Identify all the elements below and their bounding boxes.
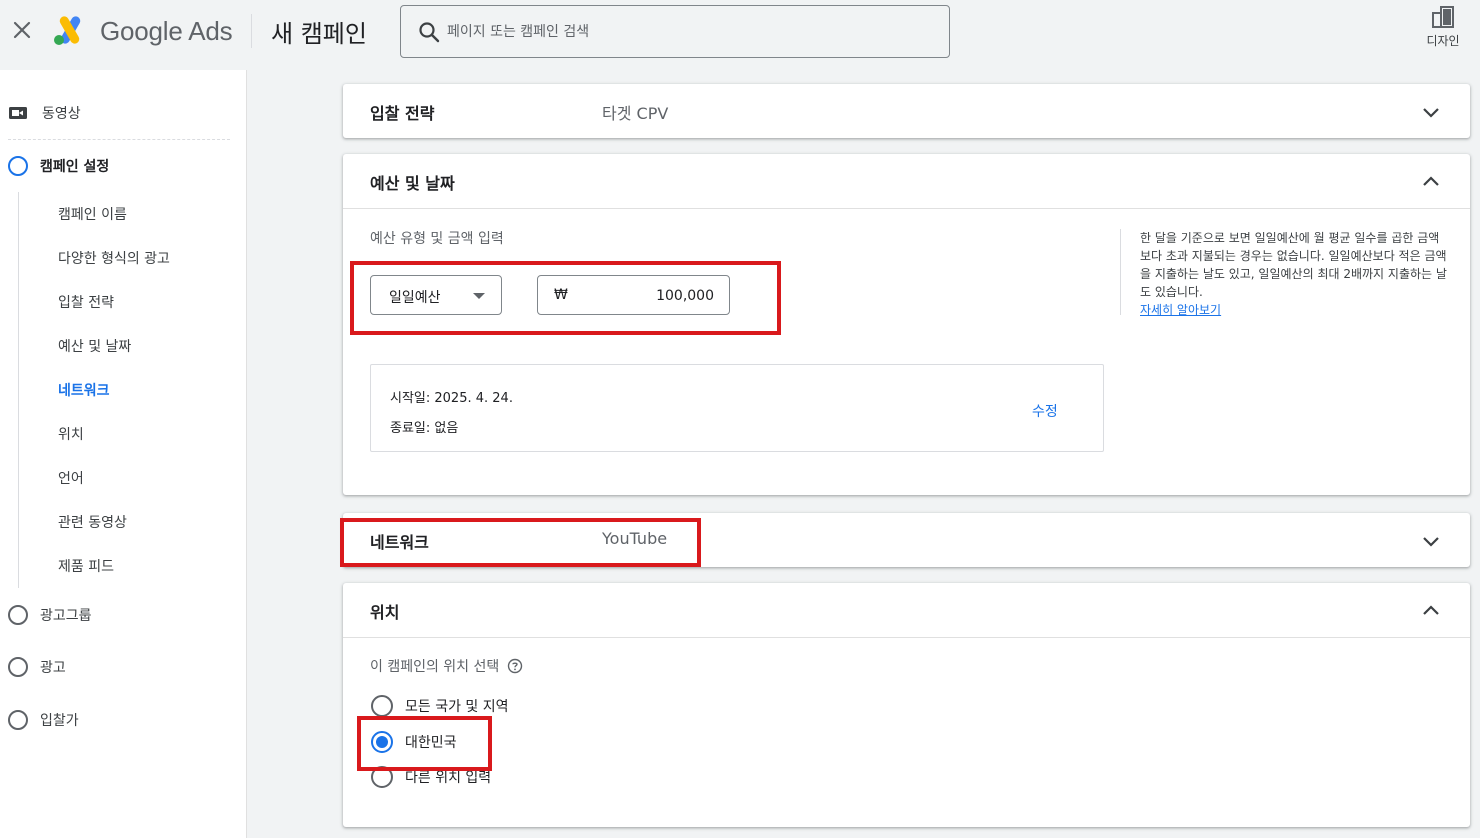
- card-summary: YouTube: [602, 529, 668, 548]
- sidebar-item-budget-dates[interactable]: 예산 및 날짜: [58, 336, 131, 356]
- budget-amount-field[interactable]: ₩: [537, 275, 730, 315]
- dropdown-arrow-icon: [473, 293, 485, 299]
- learn-more-link[interactable]: 자세히 알아보기: [1140, 303, 1221, 317]
- step-ad[interactable]: 광고: [8, 652, 66, 682]
- sidebar-divider: [8, 139, 230, 140]
- step-ad-group[interactable]: 광고그룹: [8, 600, 92, 630]
- step-campaign-settings[interactable]: 캠페인 설정: [8, 151, 109, 181]
- step-bidding[interactable]: 입찰가: [8, 705, 79, 735]
- sidebar-item-languages[interactable]: 언어: [58, 468, 84, 488]
- search-input[interactable]: [447, 18, 927, 46]
- currency-symbol: ₩: [554, 287, 568, 303]
- start-date: 시작일: 2025. 4. 24.: [390, 391, 513, 406]
- bidding-strategy-card: 입찰 전략 타겟 CPV: [343, 84, 1470, 138]
- google-ads-logo-icon: [54, 16, 81, 45]
- budget-type-value: 일일예산: [389, 290, 441, 306]
- sidebar-item-multi-format-ads[interactable]: 다양한 형식의 광고: [58, 248, 170, 268]
- card-divider: [343, 637, 1470, 638]
- card-title: 위치: [370, 603, 400, 622]
- header-divider: [251, 14, 252, 48]
- card-title: 네트워크: [370, 533, 429, 552]
- search-icon: [419, 22, 440, 43]
- location-label: 이 캠페인의 위치 선택: [370, 656, 523, 676]
- design-button[interactable]: 디자인: [1420, 4, 1466, 54]
- location-option-other[interactable]: 다른 위치 입력: [371, 764, 491, 790]
- sidebar: 동영상 캠페인 설정 캠페인 이름 다양한 형식의 광고 입찰 전략 예산 및 …: [0, 70, 247, 838]
- radio-button-selected[interactable]: [371, 731, 393, 753]
- budget-info-text: 한 달을 기준으로 보면 일일예산에 월 평균 일수를 곱한 금액보다 초과 지…: [1140, 231, 1447, 299]
- radio-label: 대한민국: [405, 735, 457, 751]
- sidebar-item-product-feed[interactable]: 제품 피드: [58, 556, 114, 576]
- sidebar-item-related-videos[interactable]: 관련 동영상: [58, 512, 127, 532]
- radio-label: 모든 국가 및 지역: [405, 699, 509, 715]
- budget-label: 예산 유형 및 금액 입력: [370, 231, 504, 247]
- radio-button[interactable]: [371, 766, 393, 788]
- brand-name: Google Ads: [100, 16, 233, 46]
- budget-dates-header[interactable]: 예산 및 날짜: [343, 154, 1470, 208]
- location-option-all[interactable]: 모든 국가 및 지역: [371, 693, 509, 719]
- substep-line: [18, 192, 19, 588]
- locations-header[interactable]: 위치: [343, 583, 1470, 637]
- networks-header[interactable]: 네트워크 YouTube: [343, 513, 1470, 567]
- page-title: 새 캠페인: [271, 20, 367, 48]
- sidebar-item-networks[interactable]: 네트워크: [58, 380, 110, 400]
- sidebar-item-locations[interactable]: 위치: [58, 424, 84, 444]
- sidebar-item-video[interactable]: 동영상: [8, 98, 81, 128]
- design-label: 디자인: [1426, 34, 1460, 48]
- step-circle-icon: [8, 657, 28, 677]
- step-label: 캠페인 설정: [40, 159, 110, 175]
- card-title: 입찰 전략: [370, 104, 435, 123]
- chevron-up-icon[interactable]: [1420, 600, 1442, 622]
- step-label: 광고: [40, 660, 66, 676]
- budget-dates-card: 예산 및 날짜 예산 유형 및 금액 입력 일일예산 ₩ 한 달을 기준으로 보…: [343, 154, 1470, 495]
- budget-info: 한 달을 기준으로 보면 일일예산에 월 평균 일수를 곱한 금액보다 초과 지…: [1120, 229, 1450, 317]
- card-title: 예산 및 날짜: [370, 174, 455, 193]
- video-camera-icon: [9, 107, 27, 119]
- location-option-korea[interactable]: 대한민국: [371, 729, 457, 755]
- networks-card: 네트워크 YouTube: [343, 513, 1470, 567]
- location-label-text: 이 캠페인의 위치 선택: [370, 659, 500, 675]
- step-circle-icon: [8, 156, 28, 176]
- chevron-down-icon[interactable]: [1420, 101, 1442, 123]
- step-label: 입찰가: [40, 713, 79, 729]
- close-icon[interactable]: [10, 18, 34, 42]
- help-icon[interactable]: [507, 658, 523, 674]
- locations-card: 위치 이 캠페인의 위치 선택 모든 국가 및 지역 대한민국 다른 위치 입력: [343, 583, 1470, 827]
- budget-amount-input[interactable]: [578, 284, 714, 308]
- bidding-strategy-header[interactable]: 입찰 전략 타겟 CPV: [343, 84, 1470, 138]
- design-icon: [1432, 6, 1454, 28]
- sidebar-item-label: 동영상: [42, 106, 81, 122]
- app-header: Google Ads 새 캠페인 디자인: [0, 0, 1480, 70]
- budget-type-select[interactable]: 일일예산: [370, 275, 502, 315]
- search-box[interactable]: [400, 5, 950, 58]
- edit-dates-button[interactable]: 수정: [1032, 401, 1058, 421]
- end-date: 종료일: 없음: [390, 421, 459, 436]
- radio-button[interactable]: [371, 695, 393, 717]
- sidebar-item-campaign-name[interactable]: 캠페인 이름: [58, 204, 127, 224]
- card-divider: [343, 208, 1470, 209]
- card-summary: 타겟 CPV: [602, 104, 669, 123]
- chevron-down-icon[interactable]: [1420, 530, 1442, 552]
- step-circle-icon: [8, 605, 28, 625]
- sidebar-item-bidding-strategy[interactable]: 입찰 전략: [58, 292, 114, 312]
- step-label: 광고그룹: [40, 608, 92, 624]
- step-circle-icon: [8, 710, 28, 730]
- chevron-up-icon[interactable]: [1420, 171, 1442, 193]
- dates-box: 시작일: 2025. 4. 24. 종료일: 없음 수정: [370, 364, 1104, 452]
- radio-label: 다른 위치 입력: [405, 770, 492, 786]
